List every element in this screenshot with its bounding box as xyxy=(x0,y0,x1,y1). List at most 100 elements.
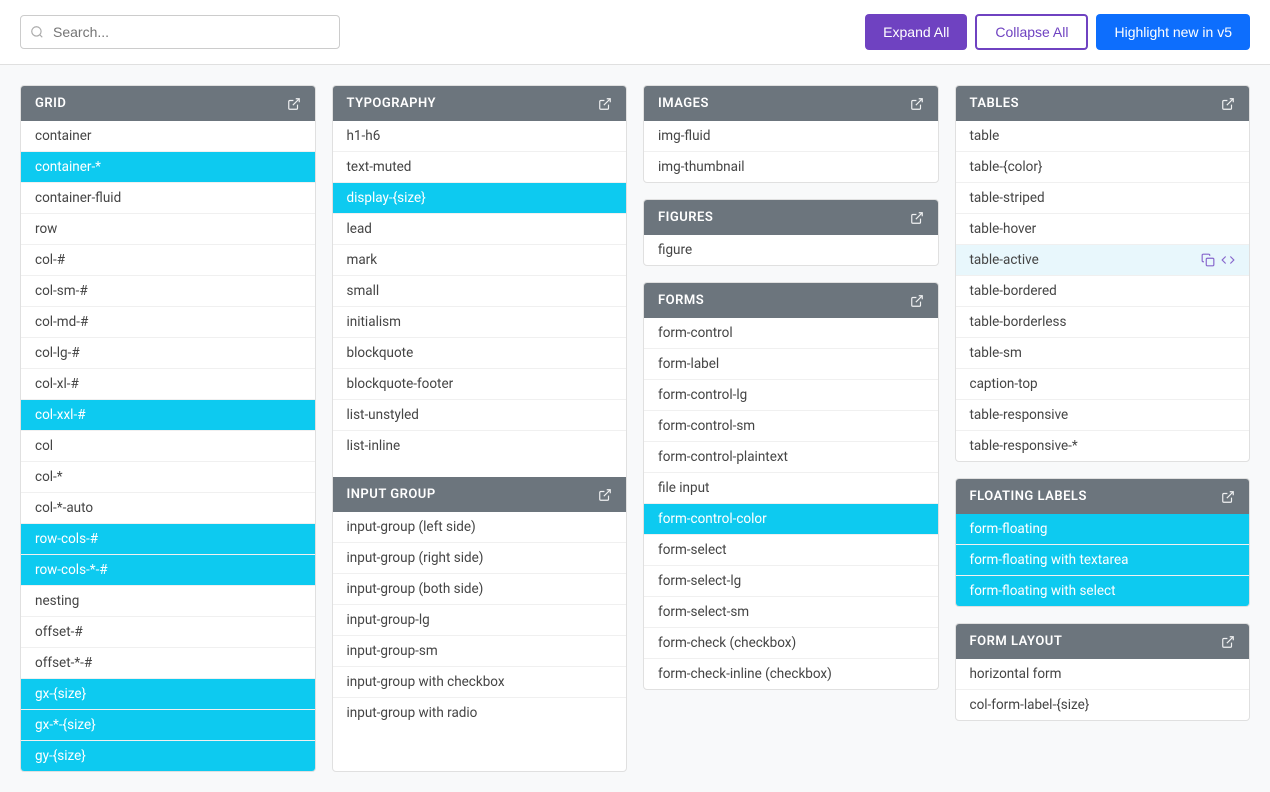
list-item[interactable]: row-cols-# xyxy=(21,524,315,555)
collapse-all-button[interactable]: Collapse All xyxy=(975,14,1088,50)
list-item[interactable]: form-label xyxy=(644,349,938,380)
list-item[interactable]: col-lg-# xyxy=(21,338,315,369)
grid-list: container container-* container-fluid ro… xyxy=(21,121,315,771)
list-item[interactable]: form-control-sm xyxy=(644,411,938,442)
list-item[interactable]: small xyxy=(333,276,627,307)
list-item[interactable]: img-thumbnail xyxy=(644,152,938,182)
list-item[interactable]: col-* xyxy=(21,462,315,493)
list-item[interactable]: initialism xyxy=(333,307,627,338)
list-item[interactable]: row xyxy=(21,214,315,245)
list-item[interactable]: nesting xyxy=(21,586,315,617)
list-item[interactable]: table-active xyxy=(956,245,1250,276)
list-item[interactable]: form-control-lg xyxy=(644,380,938,411)
list-item[interactable]: form-control xyxy=(644,318,938,349)
list-item[interactable]: table-hover xyxy=(956,214,1250,245)
external-link-icon[interactable] xyxy=(1221,635,1235,649)
list-item[interactable]: input-group (right side) xyxy=(333,543,627,574)
external-link-icon[interactable] xyxy=(910,211,924,225)
search-wrapper xyxy=(20,15,340,49)
list-item[interactable]: col-# xyxy=(21,245,315,276)
list-item[interactable]: offset-*-# xyxy=(21,648,315,679)
list-item[interactable]: file input xyxy=(644,473,938,504)
table-active-label: table-active xyxy=(970,252,1039,268)
list-item[interactable]: form-floating with select xyxy=(956,576,1250,606)
list-item[interactable]: input-group-sm xyxy=(333,636,627,667)
list-item[interactable]: input-group (left side) xyxy=(333,512,627,543)
list-item[interactable]: form-control-plaintext xyxy=(644,442,938,473)
typography-title: TYPOGRAPHY xyxy=(347,96,437,111)
list-item[interactable]: gx-{size} xyxy=(21,679,315,710)
list-item[interactable]: table-sm xyxy=(956,338,1250,369)
external-link-icon[interactable] xyxy=(287,97,301,111)
input-group-title: INPUT GROUP xyxy=(347,487,436,502)
external-link-icon[interactable] xyxy=(598,97,612,111)
middle-column: IMAGES img-fluid img-thumbnail FIGURES f… xyxy=(643,85,939,772)
list-item[interactable]: blockquote xyxy=(333,338,627,369)
list-item[interactable]: input-group with checkbox xyxy=(333,667,627,698)
highlight-new-button[interactable]: Highlight new in v5 xyxy=(1096,14,1250,50)
form-layout-panel: FORM LAYOUT horizontal form col-form-lab… xyxy=(955,623,1251,721)
floating-labels-list: form-floating form-floating with textare… xyxy=(956,514,1250,606)
list-item[interactable]: col-sm-# xyxy=(21,276,315,307)
list-item[interactable]: offset-# xyxy=(21,617,315,648)
list-item[interactable]: display-{size} xyxy=(333,183,627,214)
list-item[interactable]: col-xl-# xyxy=(21,369,315,400)
list-item[interactable]: gy-{size} xyxy=(21,741,315,771)
list-item[interactable]: input-group-lg xyxy=(333,605,627,636)
list-item[interactable]: lead xyxy=(333,214,627,245)
tables-list: table table-{color} table-striped table-… xyxy=(956,121,1250,461)
external-link-icon[interactable] xyxy=(910,294,924,308)
list-item[interactable]: col-md-# xyxy=(21,307,315,338)
list-item[interactable]: row-cols-*-# xyxy=(21,555,315,586)
list-item[interactable]: table-responsive-* xyxy=(956,431,1250,461)
list-item[interactable]: table xyxy=(956,121,1250,152)
list-item[interactable]: col xyxy=(21,431,315,462)
list-item[interactable]: img-fluid xyxy=(644,121,938,152)
list-item[interactable]: col-form-label-{size} xyxy=(956,690,1250,720)
list-item[interactable]: table-borderless xyxy=(956,307,1250,338)
list-item[interactable]: form-control-color xyxy=(644,504,938,535)
list-item[interactable]: table-responsive xyxy=(956,400,1250,431)
floating-labels-header: FLOATING LABELS xyxy=(956,479,1250,514)
external-link-icon[interactable] xyxy=(910,97,924,111)
search-input[interactable] xyxy=(20,15,340,49)
list-item[interactable]: col-xxl-# xyxy=(21,400,315,431)
list-item[interactable]: mark xyxy=(333,245,627,276)
toolbar-buttons: Expand All Collapse All Highlight new in… xyxy=(865,14,1250,50)
external-link-icon[interactable] xyxy=(1221,490,1235,504)
figures-panel-header: FIGURES xyxy=(644,200,938,235)
list-item[interactable]: form-select xyxy=(644,535,938,566)
list-item[interactable]: form-select-lg xyxy=(644,566,938,597)
list-item[interactable]: container-* xyxy=(21,152,315,183)
list-item[interactable]: form-select-sm xyxy=(644,597,938,628)
list-item[interactable]: horizontal form xyxy=(956,659,1250,690)
list-item[interactable]: input-group (both side) xyxy=(333,574,627,605)
list-item[interactable]: container-fluid xyxy=(21,183,315,214)
list-item[interactable]: table-bordered xyxy=(956,276,1250,307)
search-icon xyxy=(30,25,44,39)
list-item[interactable]: list-unstyled xyxy=(333,400,627,431)
list-item[interactable]: form-floating with textarea xyxy=(956,545,1250,576)
list-item[interactable]: form-floating xyxy=(956,514,1250,545)
list-item[interactable]: text-muted xyxy=(333,152,627,183)
external-link-icon[interactable] xyxy=(1221,97,1235,111)
external-link-icon[interactable] xyxy=(598,488,612,502)
expand-all-button[interactable]: Expand All xyxy=(865,14,967,50)
list-item[interactable]: blockquote-footer xyxy=(333,369,627,400)
list-item[interactable]: gx-*-{size} xyxy=(21,710,315,741)
list-item[interactable]: form-check (checkbox) xyxy=(644,628,938,659)
list-item[interactable]: caption-top xyxy=(956,369,1250,400)
list-item[interactable]: form-check-inline (checkbox) xyxy=(644,659,938,689)
list-item[interactable]: container xyxy=(21,121,315,152)
list-item[interactable]: list-inline xyxy=(333,431,627,461)
copy-icon[interactable] xyxy=(1201,253,1215,267)
list-item[interactable]: h1-h6 xyxy=(333,121,627,152)
top-bar: Expand All Collapse All Highlight new in… xyxy=(0,0,1270,65)
list-item[interactable]: input-group with radio xyxy=(333,698,627,728)
list-item[interactable]: col-*-auto xyxy=(21,493,315,524)
code-icon[interactable] xyxy=(1221,253,1235,267)
input-group-list: input-group (left side) input-group (rig… xyxy=(333,512,627,728)
list-item[interactable]: figure xyxy=(644,235,938,265)
list-item[interactable]: table-{color} xyxy=(956,152,1250,183)
list-item[interactable]: table-striped xyxy=(956,183,1250,214)
